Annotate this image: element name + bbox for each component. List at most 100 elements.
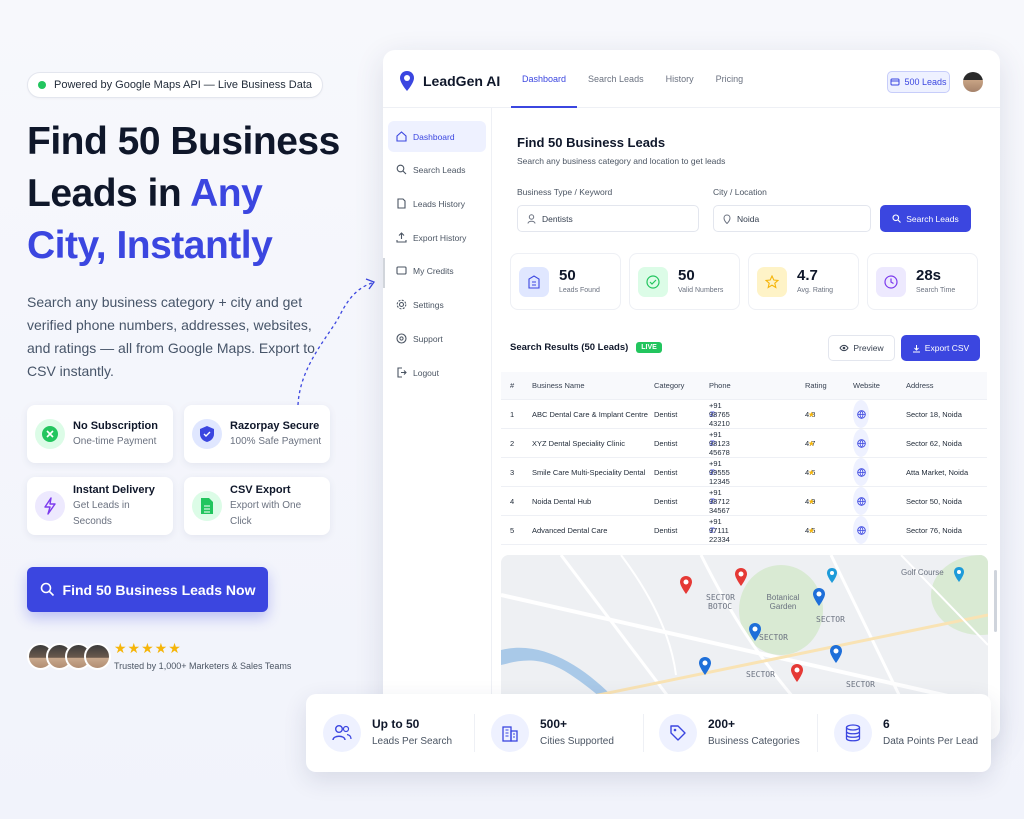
- app-logo[interactable]: LeadGen AI: [399, 70, 500, 92]
- globe-icon[interactable]: [853, 429, 869, 457]
- app-name: LeadGen AI: [423, 73, 501, 89]
- category: Dentist: [654, 467, 678, 477]
- column-header[interactable]: Category: [654, 372, 684, 399]
- nav-tab-search-leads[interactable]: Search Leads: [577, 50, 655, 108]
- map-pin-blue-icon[interactable]: [953, 566, 965, 583]
- sidebar-item-logout[interactable]: Logout: [388, 357, 486, 388]
- city-input[interactable]: Noida: [713, 205, 871, 232]
- address: Sector 50, Noida: [906, 496, 962, 506]
- results-title: Search Results (50 Leads): [510, 342, 629, 353]
- column-header[interactable]: Website: [853, 372, 880, 399]
- export-csv-button[interactable]: Export CSV: [901, 335, 980, 361]
- sidebar-item-label: Dashboard: [413, 131, 455, 142]
- search-icon: [396, 164, 407, 175]
- lightning-icon: [35, 491, 65, 521]
- preview-button[interactable]: Preview: [828, 335, 895, 361]
- app-window: LeadGen AI Dashboard Search Leads Histor…: [383, 50, 1000, 740]
- column-header[interactable]: Phone: [709, 372, 731, 399]
- category: Dentist: [654, 438, 678, 448]
- find-leads-cta-button[interactable]: Find 50 Business Leads Now: [27, 567, 268, 612]
- phone-number: +91 98123 45678: [709, 429, 730, 457]
- bottom-stat-categories: 200+ Business Categories: [659, 714, 800, 752]
- map-pin-blue-icon[interactable]: [748, 622, 762, 642]
- phone-number: +91 98765 43210: [709, 400, 730, 428]
- user-avatar[interactable]: [963, 72, 983, 92]
- leads-credit-badge[interactable]: 500 Leads: [887, 71, 950, 93]
- hero-title-line2-accent: Any: [190, 172, 263, 215]
- search-leads-button[interactable]: Search Leads: [880, 205, 971, 232]
- globe-icon[interactable]: [853, 458, 869, 486]
- map-label: SECTOR: [706, 593, 735, 602]
- help-icon: [396, 333, 407, 344]
- bottom-stat-label: Cities Supported: [540, 736, 614, 747]
- map-pin-red-icon[interactable]: [790, 663, 804, 683]
- sidebar: Dashboard Search Leads Leads History Exp…: [383, 108, 492, 740]
- row-number: 2: [510, 438, 515, 448]
- map-pin-blue-icon[interactable]: [812, 587, 826, 607]
- sidebar-item-leads-history[interactable]: Leads History: [388, 188, 486, 219]
- business-name: ABC Dental Care & Implant Centre: [532, 409, 648, 419]
- logout-icon: [397, 367, 407, 378]
- star-icon: ★: [808, 525, 815, 535]
- map-pin-red-icon[interactable]: [679, 575, 693, 595]
- table-row[interactable]: 2 XYZ Dental Speciality Clinic Dentist ✆…: [501, 429, 987, 458]
- nav-tab-pricing[interactable]: Pricing: [705, 50, 755, 108]
- map-pin-blue-icon[interactable]: [698, 656, 712, 676]
- row-number: 3: [510, 467, 515, 477]
- globe-icon[interactable]: [853, 516, 869, 544]
- column-header[interactable]: Address: [906, 372, 934, 399]
- document-icon: [397, 198, 406, 209]
- sidebar-item-label: Leads History: [413, 198, 465, 209]
- sidebar-item-export-history[interactable]: Export History: [388, 222, 486, 253]
- sidebar-item-label: Support: [413, 333, 443, 344]
- table-row[interactable]: 5 Advanced Dental Care Dentist ✆ +91 9711…: [501, 516, 987, 545]
- map-scrollbar[interactable]: [994, 570, 997, 632]
- map-label: SECTOR: [816, 615, 845, 624]
- star-icon: ★: [808, 467, 815, 477]
- search-panel-subtitle: Search any business category and locatio…: [517, 156, 726, 166]
- table-row[interactable]: 3 Smile Care Multi-Speciality Dental Den…: [501, 458, 987, 487]
- nav-tab-dashboard[interactable]: Dashboard: [511, 50, 578, 108]
- sidebar-item-support[interactable]: Support: [388, 323, 486, 354]
- hero-description: Search any business category + city and …: [27, 294, 315, 379]
- nav-tab-history[interactable]: History: [655, 50, 705, 108]
- leads-badge-label: 500 Leads: [904, 77, 947, 87]
- globe-icon[interactable]: [853, 400, 869, 428]
- stat-label: Valid Numbers: [678, 287, 724, 294]
- table-row[interactable]: 4 Noida Dental Hub Dentist ✆ +91 98712 34…: [501, 487, 987, 516]
- results-table: # Business Name Category Phone Rating We…: [501, 372, 987, 545]
- sidebar-item-my-credits[interactable]: My Credits: [388, 255, 486, 286]
- stat-value: 50: [559, 267, 576, 284]
- column-header[interactable]: Rating: [805, 372, 827, 399]
- hero-title-line2-plain: Leads in: [27, 172, 191, 215]
- map-label: SECTOR: [846, 680, 875, 689]
- table-header-row: # Business Name Category Phone Rating We…: [501, 372, 987, 400]
- map-pin-blue-icon[interactable]: [826, 567, 838, 584]
- address: Sector 76, Noida: [906, 525, 962, 535]
- stat-label: Leads Found: [559, 287, 600, 294]
- table-row[interactable]: 1 ABC Dental Care & Implant Centre Denti…: [501, 400, 987, 429]
- powered-by-text: Powered by Google Maps API — Live Busine…: [54, 79, 313, 91]
- sidebar-scrollbar[interactable]: [383, 258, 385, 288]
- sidebar-item-settings[interactable]: Settings: [388, 289, 486, 320]
- eye-icon: [839, 344, 849, 352]
- business-name: Smile Care Multi-Speciality Dental: [532, 467, 646, 477]
- map-pin-blue-icon[interactable]: [829, 644, 843, 664]
- divider: [643, 714, 644, 752]
- sidebar-item-dashboard[interactable]: Dashboard: [388, 121, 486, 152]
- search-panel: Find 50 Business Leads Search any busine…: [501, 120, 988, 244]
- preview-label: Preview: [853, 343, 884, 353]
- sidebar-item-search-leads[interactable]: Search Leads: [388, 154, 486, 185]
- city-label: City / Location: [713, 187, 767, 197]
- map-label: BOTOC: [708, 602, 733, 611]
- column-header[interactable]: Business Name: [532, 372, 585, 399]
- feature-title: Instant Delivery: [73, 484, 155, 496]
- row-number: 4: [510, 496, 515, 506]
- business-type-input[interactable]: Dentists: [517, 205, 699, 232]
- globe-icon[interactable]: [853, 487, 869, 515]
- city-value: Noida: [737, 213, 760, 224]
- map-pin-red-icon[interactable]: [734, 567, 748, 587]
- hero-title-line3: City, Instantly: [27, 224, 273, 267]
- results-header: Search Results (50 Leads) LIVE: [510, 342, 662, 353]
- sidebar-item-label: Logout: [413, 367, 439, 378]
